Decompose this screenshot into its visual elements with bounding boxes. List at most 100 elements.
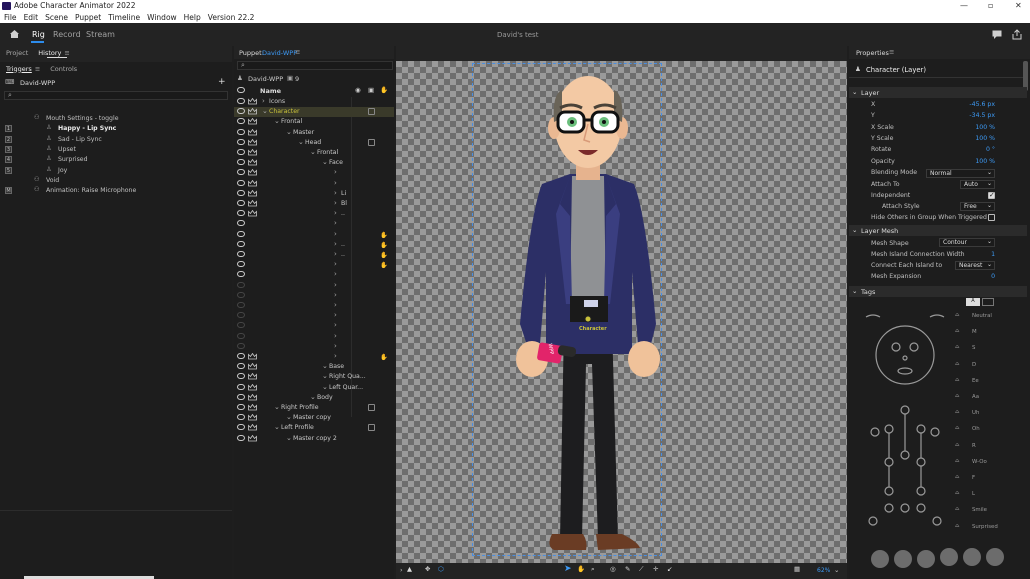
tab-record[interactable]: Record xyxy=(53,30,81,39)
layer-row[interactable]: › xyxy=(234,168,394,178)
panel-menu-icon[interactable]: ≡ xyxy=(64,49,69,57)
zoom-dropdown-icon[interactable]: ⌄ xyxy=(834,566,839,574)
layer-row[interactable]: › xyxy=(234,342,394,352)
expand-chevron-icon[interactable]: › xyxy=(334,321,337,329)
expand-chevron-icon[interactable]: › xyxy=(334,311,337,319)
visibility-icon[interactable] xyxy=(237,108,245,115)
layer-row[interactable]: › xyxy=(234,301,394,311)
home-icon[interactable] xyxy=(9,29,20,39)
layer-row[interactable]: › Li xyxy=(234,189,394,199)
expand-chevron-icon[interactable]: › xyxy=(334,179,337,187)
expand-chevron-icon[interactable]: › xyxy=(334,189,337,197)
zoom-tool-icon[interactable]: ⌕ xyxy=(591,565,595,574)
expand-chevron-icon[interactable]: ⌄ xyxy=(286,128,292,136)
layer-row[interactable]: › xyxy=(234,179,394,189)
independent-crown-icon[interactable] xyxy=(248,209,257,217)
visibility-icon[interactable] xyxy=(237,271,245,278)
visibility-icon[interactable] xyxy=(237,353,245,359)
expand-chevron-icon[interactable]: › xyxy=(334,219,337,227)
tag-label[interactable]: Smile xyxy=(972,507,987,513)
panel-menu-icon[interactable]: ≡ xyxy=(889,48,894,56)
maximize-icon[interactable]: ▫ xyxy=(988,1,993,10)
layer-row[interactable]: › ✋ xyxy=(234,352,394,362)
property-value[interactable]: 0 ° xyxy=(955,146,995,153)
expand-chevron-icon[interactable]: › xyxy=(334,352,337,360)
expand-chevron-icon[interactable]: ⌄ xyxy=(286,413,292,421)
independent-crown-icon[interactable] xyxy=(248,138,257,146)
expand-icon[interactable]: › xyxy=(400,566,403,574)
independent-crown-icon[interactable] xyxy=(248,424,257,431)
layer-row[interactable]: › xyxy=(234,219,394,229)
layer-row[interactable]: › ✋ xyxy=(234,260,394,270)
tab-project[interactable]: Project xyxy=(6,49,28,57)
tag-label[interactable]: Ee xyxy=(972,378,979,384)
pin-tool-icon[interactable]: ✎ xyxy=(625,565,630,573)
layer-row[interactable]: ⌄ Character xyxy=(234,107,394,118)
close-icon[interactable]: ✕ xyxy=(1015,1,1022,10)
independent-crown-icon[interactable] xyxy=(248,169,257,176)
stick-tool-icon[interactable]: ⟋ xyxy=(639,565,644,574)
property-value[interactable]: 100 % xyxy=(955,124,995,131)
tag-label[interactable]: W-Oo xyxy=(972,459,987,465)
hand-tool-icon[interactable]: ✋ xyxy=(577,565,585,573)
expand-chevron-icon[interactable]: ⌄ xyxy=(322,372,328,380)
character-puppet[interactable] xyxy=(506,64,666,554)
hide-others-checkbox[interactable] xyxy=(988,214,995,221)
property-value[interactable]: -45.6 px xyxy=(955,101,995,108)
tag-label[interactable]: Oh xyxy=(972,426,980,432)
layer-row[interactable]: ⌄ Body xyxy=(234,393,394,403)
mesh-shape-select[interactable]: Contour ⌄ xyxy=(939,238,995,247)
origin-tool-icon[interactable]: ◎ xyxy=(610,565,616,573)
visibility-icon[interactable] xyxy=(237,332,245,339)
tag-body-diagram[interactable] xyxy=(858,305,948,579)
layer-row[interactable]: ⌄ Master copy 2 xyxy=(234,434,394,444)
visibility-icon[interactable] xyxy=(237,322,245,329)
expand-chevron-icon[interactable]: › xyxy=(334,301,337,309)
independent-crown-icon[interactable] xyxy=(248,189,257,197)
share-icon[interactable] xyxy=(1012,29,1022,40)
layer-row[interactable]: ⌄ Base xyxy=(234,362,394,372)
visibility-icon[interactable] xyxy=(237,128,245,135)
layer-row[interactable]: › xyxy=(234,291,394,301)
visibility-icon[interactable] xyxy=(237,179,245,186)
independent-crown-icon[interactable] xyxy=(248,352,257,360)
independent-crown-icon[interactable] xyxy=(248,118,257,125)
visibility-icon[interactable] xyxy=(237,312,245,319)
tab-history[interactable]: History xyxy=(38,49,61,57)
independent-crown-icon[interactable] xyxy=(248,179,257,187)
expand-chevron-icon[interactable]: › xyxy=(334,260,337,268)
expand-chevron-icon[interactable]: ⌄ xyxy=(310,148,316,156)
visibility-icon[interactable] xyxy=(237,220,245,227)
expand-chevron-icon[interactable]: ⌄ xyxy=(322,362,328,370)
expand-chevron-icon[interactable]: › xyxy=(334,230,337,238)
layer-row[interactable]: ›.. ✋ xyxy=(234,240,394,250)
trigger-item[interactable]: Void xyxy=(46,177,59,184)
visibility-icon[interactable] xyxy=(237,149,245,155)
independent-crown-icon[interactable] xyxy=(248,199,257,207)
section-layer-mesh[interactable]: ⌄ Layer Mesh xyxy=(849,225,1027,236)
visibility-icon[interactable] xyxy=(237,261,245,268)
tag-label[interactable]: Aa xyxy=(972,394,979,400)
tag-view-a-icon[interactable]: A xyxy=(966,298,980,306)
selection-tool-icon[interactable]: ➤ xyxy=(564,564,572,574)
layer-row[interactable]: › xyxy=(234,311,394,321)
menu-item[interactable]: Version 22.2 xyxy=(208,13,255,22)
visibility-icon[interactable] xyxy=(237,251,245,257)
property-value[interactable]: 100 % xyxy=(955,158,995,165)
visibility-icon[interactable] xyxy=(237,414,245,421)
trigger-item[interactable]: Joy xyxy=(58,167,67,174)
warning-icon[interactable]: ▲ xyxy=(407,565,412,573)
visibility-icon[interactable] xyxy=(237,169,245,176)
expand-chevron-icon[interactable]: › xyxy=(334,270,337,278)
expand-chevron-icon[interactable]: ⌄ xyxy=(286,434,292,442)
independent-crown-icon[interactable] xyxy=(248,148,257,156)
independent-crown-icon[interactable] xyxy=(248,393,257,401)
expand-chevron-icon[interactable]: › xyxy=(262,97,265,105)
layer-row[interactable]: ⌄ Right Profile xyxy=(234,403,394,413)
visibility-icon[interactable] xyxy=(237,210,245,217)
tag-expression-faces[interactable] xyxy=(937,545,1007,569)
menu-item[interactable]: Puppet xyxy=(75,13,101,22)
menu-item[interactable]: Help xyxy=(184,13,201,22)
layer-row[interactable]: › Bl xyxy=(234,199,394,209)
visibility-icon[interactable] xyxy=(237,240,245,247)
